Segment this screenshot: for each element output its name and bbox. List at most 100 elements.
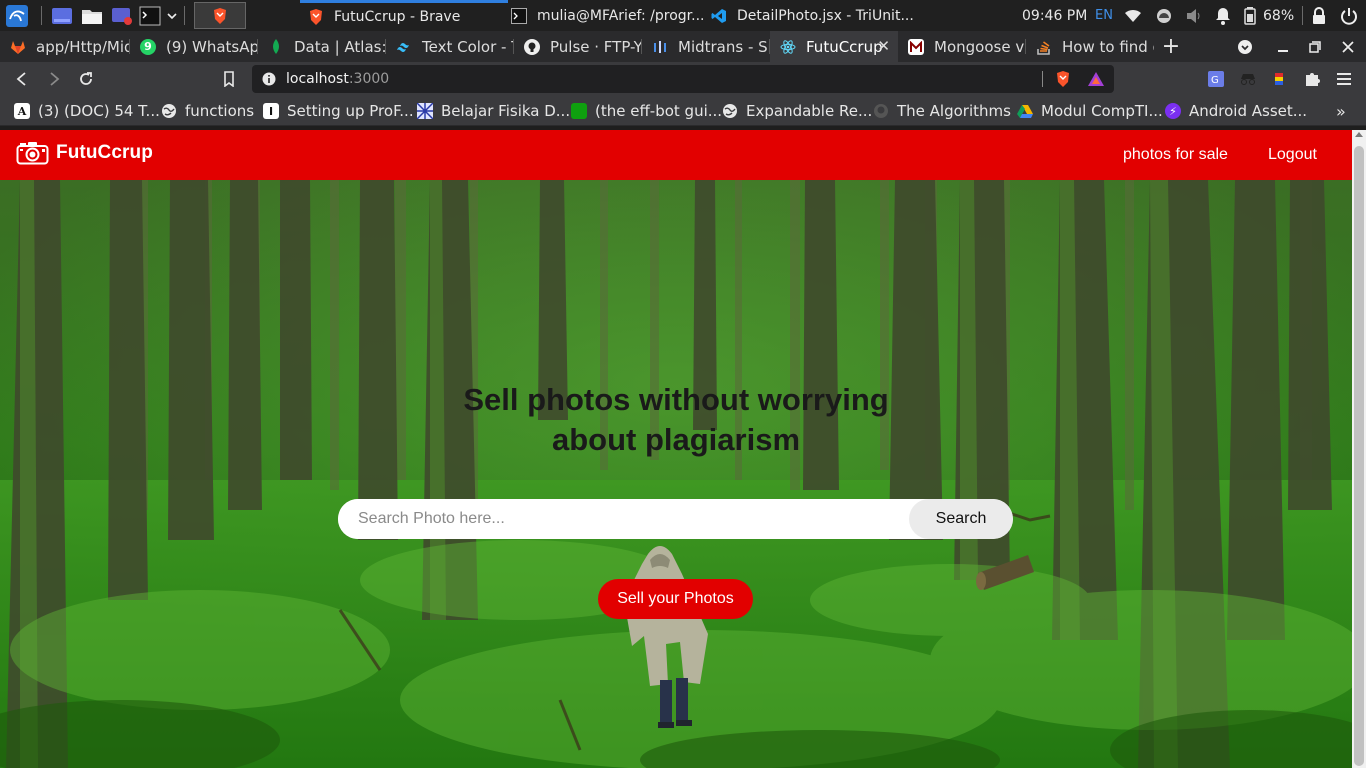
tab-futuccrup[interactable]: FutuCcrup ✕: [770, 31, 898, 62]
taskbar-task-label: FutuCcrup - Brave: [334, 9, 461, 25]
incognito-extension-icon[interactable]: [1237, 68, 1259, 90]
bookmark-page-icon[interactable]: [216, 66, 242, 92]
restore-window-icon[interactable]: [1300, 31, 1330, 62]
midtrans-icon: [652, 39, 668, 55]
bookmark-item[interactable]: The Algorithms: [873, 96, 1011, 126]
taskbar-task-brave[interactable]: FutuCcrup - Brave: [300, 0, 508, 31]
scrollbar-thumb[interactable]: [1354, 146, 1364, 766]
logout-link[interactable]: Logout: [1268, 146, 1317, 164]
page-scrollbar[interactable]: [1352, 130, 1366, 768]
sell-photos-button[interactable]: Sell your Photos: [598, 579, 753, 619]
academia-icon: A: [14, 103, 30, 119]
site-info-icon[interactable]: [262, 72, 276, 86]
power-icon[interactable]: [1340, 0, 1358, 31]
browser-menu-icon[interactable]: [1333, 68, 1355, 90]
tailwind-icon: [396, 39, 412, 55]
wifi-icon[interactable]: [1124, 0, 1142, 31]
mongodb-icon: [268, 38, 284, 55]
show-desktop-icon[interactable]: [48, 2, 76, 29]
pattern-icon: [417, 103, 433, 119]
dev-icon: I: [263, 103, 279, 119]
keyboard-layout-indicator[interactable]: EN: [1095, 0, 1113, 31]
translate-extension-icon[interactable]: G: [1205, 68, 1227, 90]
bookmark-label: Android Asset...: [1189, 102, 1308, 120]
bookmark-label: (3) (DOC) 54 T...: [38, 102, 160, 120]
photos-for-sale-link[interactable]: photos for sale: [1123, 146, 1228, 164]
bookmarks-bar: A (3) (DOC) 54 T... functions I Setting …: [0, 96, 1366, 126]
search-input[interactable]: [338, 499, 909, 539]
tab-label: How to find d: [1062, 37, 1154, 56]
taskbar-task-terminal[interactable]: mulia@MFArief: /progr...: [503, 0, 703, 31]
tab-stackoverflow[interactable]: How to find d: [1026, 31, 1154, 62]
new-tab-button[interactable]: +: [1156, 31, 1186, 62]
brave-launcher-icon[interactable]: [194, 2, 246, 29]
address-bar[interactable]: localhost:3000: [252, 65, 1114, 93]
volume-muted-icon[interactable]: [1185, 0, 1203, 31]
file-manager-icon[interactable]: [78, 2, 106, 29]
bookmark-item[interactable]: Modul CompTI...: [1017, 96, 1163, 126]
taskbar-separator: [184, 6, 185, 25]
brand[interactable]: FutuCcrup: [16, 141, 153, 165]
tab-tailwind[interactable]: Text Color - T: [386, 31, 514, 62]
tab-github-pulse[interactable]: Pulse · FTP-Y: [514, 31, 642, 62]
tab-whatsapp[interactable]: 9 (9) WhatsApp: [130, 31, 258, 62]
hero-title-line-2: about plagiarism: [551, 422, 801, 457]
vscode-icon: [711, 8, 727, 24]
tab-gitlab[interactable]: app/Http/Mid: [0, 31, 130, 62]
close-window-icon[interactable]: [1333, 31, 1363, 62]
svg-text:G: G: [1211, 75, 1219, 86]
reload-icon[interactable]: [73, 66, 99, 92]
notifications-icon[interactable]: [1215, 0, 1231, 31]
bookmark-item[interactable]: ⚡ Android Asset...: [1165, 96, 1307, 126]
tab-label: app/Http/Mid: [36, 37, 130, 56]
close-tab-icon[interactable]: ✕: [877, 37, 890, 55]
bookmark-label: The Algorithms: [897, 102, 1011, 120]
url-host: localhost: [286, 71, 349, 87]
android-asset-icon: ⚡: [1165, 103, 1181, 119]
bookmark-item[interactable]: (the eff-bot gui...: [571, 96, 722, 126]
bookmark-item[interactable]: functions: [161, 96, 254, 126]
tab-label: FutuCcrup: [806, 37, 883, 56]
bookmark-item[interactable]: I Setting up ProF...: [263, 96, 414, 126]
green-square-icon: [571, 103, 587, 119]
browser-tab-strip: app/Http/Mid 9 (9) WhatsApp Data | Atlas…: [0, 31, 1366, 62]
mongoose-icon: [908, 38, 924, 55]
browser-toolbar: localhost:3000 G: [0, 62, 1366, 96]
brave-rewards-icon[interactable]: [1085, 68, 1107, 90]
bookmark-item[interactable]: A (3) (DOC) 54 T...: [14, 96, 160, 126]
taskbar-task-vscode[interactable]: DetailPhoto.jsx - TriUnit...: [703, 0, 913, 31]
taskbar-separator: [41, 6, 42, 25]
kali-menu-icon[interactable]: [3, 2, 31, 29]
vpn-icon[interactable]: [1155, 0, 1173, 31]
scroll-up-icon[interactable]: [1355, 132, 1363, 137]
lock-screen-icon[interactable]: [1312, 0, 1326, 31]
tab-mongodb-atlas[interactable]: Data | Atlas: M: [258, 31, 386, 62]
battery-icon[interactable]: [1244, 0, 1256, 31]
minimize-window-icon[interactable]: [1268, 31, 1298, 62]
brave-shields-icon[interactable]: [1052, 68, 1074, 90]
screen-recorder-icon[interactable]: [108, 2, 136, 29]
bookmarks-overflow-icon[interactable]: »: [1336, 96, 1346, 126]
bookmark-item[interactable]: Belajar Fisika D...: [417, 96, 570, 126]
bookmark-label: Modul CompTI...: [1041, 102, 1163, 120]
tab-mongoose[interactable]: Mongoose v6: [898, 31, 1026, 62]
globe-icon: [161, 103, 177, 119]
bookmark-item[interactable]: Expandable Re...: [722, 96, 872, 126]
color-picker-extension-icon[interactable]: [1268, 68, 1290, 90]
tab-midtrans[interactable]: Midtrans - Sn: [642, 31, 770, 62]
extensions-icon[interactable]: [1301, 68, 1323, 90]
app-navbar: FutuCcrup photos for sale Logout: [0, 130, 1352, 180]
launcher-dropdown-icon[interactable]: [158, 2, 186, 29]
forward-icon[interactable]: [41, 66, 67, 92]
search-button[interactable]: Search: [909, 499, 1013, 539]
taskbar-separator: [1302, 6, 1303, 25]
back-icon[interactable]: [9, 66, 35, 92]
brave-icon: [308, 9, 324, 25]
camera-logo-icon: [16, 142, 49, 165]
photo-search-form: Search: [338, 499, 1013, 539]
tab-search-icon[interactable]: [1230, 31, 1260, 62]
bookmark-label: Setting up ProF...: [287, 102, 414, 120]
bookmark-label: Belajar Fisika D...: [441, 102, 571, 120]
clock[interactable]: 09:46 PM: [1022, 0, 1087, 31]
taskbar-task-label: DetailPhoto.jsx - TriUnit...: [737, 7, 913, 24]
